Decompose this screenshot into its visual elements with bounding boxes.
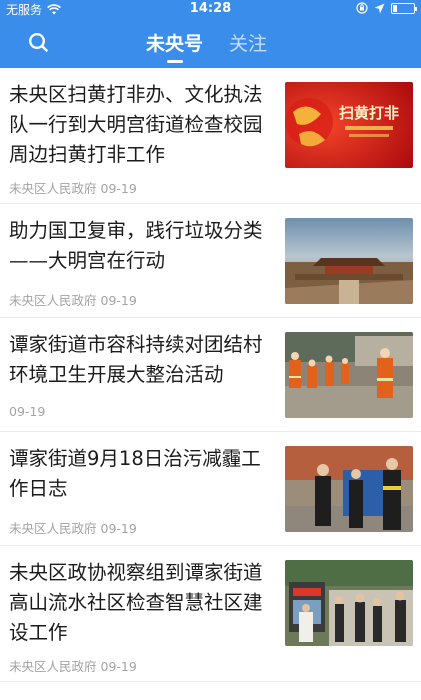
news-item[interactable]: 未央区政协视察组到谭家街道高山流水社区检查智慧社区建设工作 未央区人民政府 09…	[0, 546, 421, 682]
tab-weiyang[interactable]: 未央号	[146, 30, 204, 63]
news-title: 未央区政协视察组到谭家街道高山流水社区检查智慧社区建设工作	[9, 561, 263, 644]
status-right	[356, 2, 417, 14]
news-source: 未央区人民政府	[9, 181, 97, 196]
news-date: 09-19	[100, 521, 137, 536]
app-header: 无服务 14:28 未央号 关注	[0, 0, 421, 68]
tab-bar: 未央号 关注	[146, 30, 267, 63]
news-meta: 未央区人民政府 09-19	[9, 178, 137, 197]
news-date: 09-19	[100, 181, 137, 196]
tab-weiyang-label: 未央号	[146, 33, 204, 55]
news-thumbnail	[285, 218, 413, 304]
location-icon	[374, 3, 385, 13]
news-source: 未央区人民政府	[9, 659, 97, 674]
thumbnail-caption: 扫黄打非	[339, 104, 399, 122]
news-thumbnail	[285, 560, 413, 646]
news-item[interactable]: 谭家街道9月18日治污减霾工作日志 未央区人民政府 09-19	[0, 432, 421, 546]
tab-follow[interactable]: 关注	[229, 30, 267, 60]
news-list: 未央区扫黄打非办、文化执法队一行到大明宫街道检查校园周边扫黄打非工作 未央区人民…	[0, 68, 421, 682]
orientation-lock-icon	[356, 2, 368, 14]
news-title: 未央区扫黄打非办、文化执法队一行到大明宫街道检查校园周边扫黄打非工作	[9, 83, 263, 166]
news-item[interactable]: 未央区扫黄打非办、文化执法队一行到大明宫街道检查校园周边扫黄打非工作 未央区人民…	[0, 68, 421, 204]
news-source: 未央区人民政府	[9, 293, 97, 308]
news-title: 助力国卫复审，践行垃圾分类——大明宫在行动	[9, 219, 263, 272]
tab-follow-label: 关注	[229, 33, 268, 55]
news-meta: 未央区人民政府 09-19	[9, 656, 137, 675]
news-thumbnail	[285, 446, 413, 532]
status-bar: 无服务 14:28	[0, 0, 421, 18]
news-thumbnail: 扫黄打非	[285, 82, 413, 168]
battery-icon	[391, 2, 417, 14]
news-meta: 未央区人民政府 09-19	[9, 518, 137, 537]
news-date: 09-19	[9, 404, 46, 419]
nav-bar: 未央号 关注	[0, 22, 421, 66]
news-source: 未央区人民政府	[9, 521, 97, 536]
news-item[interactable]: 助力国卫复审，践行垃圾分类——大明宫在行动 未央区人民政府 09-19	[0, 204, 421, 318]
news-date: 09-19	[100, 293, 137, 308]
news-meta: 09-19	[9, 404, 45, 419]
search-icon[interactable]	[26, 30, 52, 56]
news-title: 谭家街道市容科持续对团结村环境卫生开展大整治活动	[9, 333, 263, 386]
news-date: 09-19	[100, 659, 137, 674]
news-title: 谭家街道9月18日治污减霾工作日志	[9, 447, 261, 500]
news-thumbnail	[285, 332, 413, 418]
news-meta: 未央区人民政府 09-19	[9, 290, 137, 309]
news-item[interactable]: 谭家街道市容科持续对团结村环境卫生开展大整治活动 09-19	[0, 318, 421, 432]
active-tab-indicator	[166, 60, 183, 63]
